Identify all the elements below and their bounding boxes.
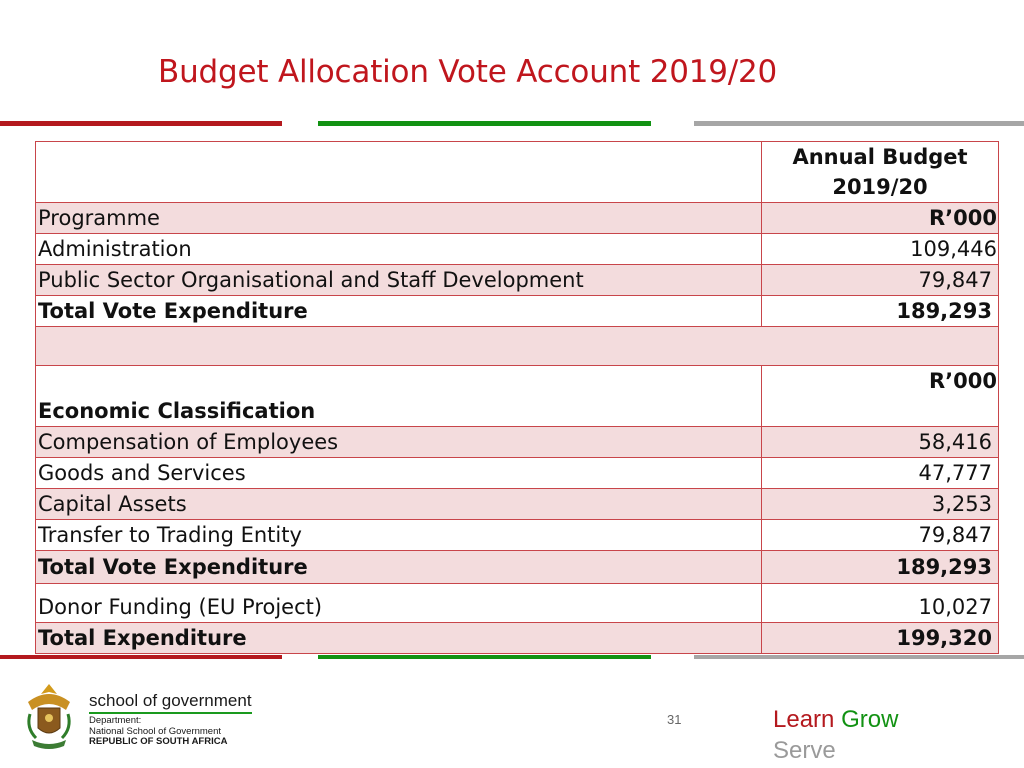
header-line-2: 2019/20 <box>832 175 928 199</box>
table-row: Compensation of Employees 58,416 <box>35 426 999 458</box>
table-row: Capital Assets 3,253 <box>35 488 999 520</box>
top-divider-red <box>0 121 282 126</box>
row-label: Public Sector Organisational and Staff D… <box>35 264 762 296</box>
donor-row: Donor Funding (EU Project) 10,027 <box>35 583 999 623</box>
economic-total-row: Total Vote Expenditure 189,293 <box>35 550 999 584</box>
slide-title: Budget Allocation Vote Account 2019/20 <box>158 54 778 90</box>
programme-total-row: Total Vote Expenditure 189,293 <box>35 295 999 327</box>
programme-label: Programme <box>35 202 762 234</box>
table-header-row: Annual Budget 2019/20 <box>35 141 999 203</box>
economic-heading-row: Economic Classification R’000 <box>35 365 999 427</box>
table-row: Transfer to Trading Entity 79,847 <box>35 519 999 551</box>
row-value: 47,777 <box>761 457 999 489</box>
grand-total-row: Total Expenditure 199,320 <box>35 622 999 654</box>
grand-total-value: 199,320 <box>761 622 999 654</box>
motto-serve: Serve <box>773 737 836 764</box>
bottom-divider-grey <box>694 655 1024 659</box>
row-value: 79,847 <box>761 264 999 296</box>
row-label: Goods and Services <box>35 457 762 489</box>
row-value: 58,416 <box>761 426 999 458</box>
bottom-divider-green <box>318 655 651 659</box>
budget-table: Annual Budget 2019/20 Programme R’000 Ad… <box>35 141 999 654</box>
row-value: 79,847 <box>761 519 999 551</box>
motto-grow: Grow <box>841 706 899 733</box>
donor-label: Donor Funding (EU Project) <box>35 583 762 623</box>
table-row: Administration 109,446 <box>35 233 999 265</box>
motto: Learn Grow Serve <box>773 704 898 766</box>
economic-unit: R’000 <box>761 365 999 427</box>
spacer-row <box>35 326 999 366</box>
table-row: Goods and Services 47,777 <box>35 457 999 489</box>
top-divider-green <box>318 121 651 126</box>
row-label: Compensation of Employees <box>35 426 762 458</box>
total-value: 189,293 <box>761 550 999 584</box>
programme-unit: R’000 <box>761 202 999 234</box>
coat-of-arms-icon <box>27 684 71 749</box>
row-value: 3,253 <box>761 488 999 520</box>
page-number: 31 <box>667 712 682 727</box>
grand-total-label: Total Expenditure <box>35 622 762 654</box>
total-label: Total Vote Expenditure <box>35 295 762 327</box>
economic-label: Economic Classification <box>35 365 762 427</box>
bottom-divider-red <box>0 655 282 659</box>
motto-learn: Learn <box>773 706 835 733</box>
dept-line-1: Department: <box>89 715 142 726</box>
programme-heading-row: Programme R’000 <box>35 202 999 234</box>
header-empty-cell <box>35 141 762 203</box>
total-label: Total Vote Expenditure <box>35 550 762 584</box>
row-label: Capital Assets <box>35 488 762 520</box>
row-label: Transfer to Trading Entity <box>35 519 762 551</box>
total-value: 189,293 <box>761 295 999 327</box>
donor-value: 10,027 <box>761 583 999 623</box>
top-divider-grey <box>694 121 1024 126</box>
department-block: Department: National School of Governmen… <box>89 715 228 748</box>
spacer-cell <box>35 326 999 366</box>
dept-line-3: REPUBLIC OF SOUTH AFRICA <box>89 736 228 747</box>
org-name: school of government <box>89 691 252 714</box>
row-value: 109,446 <box>761 233 999 265</box>
row-label: Administration <box>35 233 762 265</box>
table-row: Public Sector Organisational and Staff D… <box>35 264 999 296</box>
header-annual-budget: Annual Budget 2019/20 <box>761 141 999 203</box>
header-line-1: Annual Budget <box>792 145 968 169</box>
